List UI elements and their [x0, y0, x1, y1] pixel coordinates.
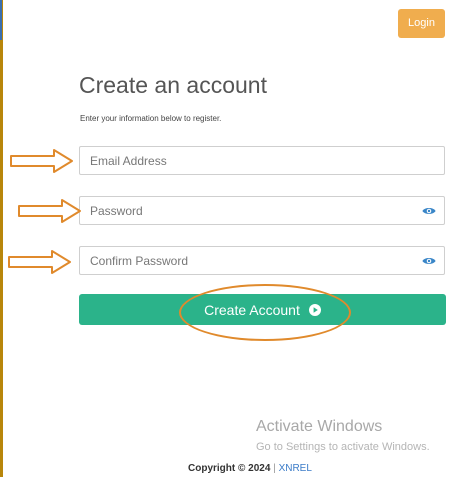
arrow-right-icon [10, 149, 73, 173]
arrow-right-icon [18, 199, 81, 223]
page-subtitle: Enter your information below to register… [80, 114, 222, 123]
activate-windows-subtitle: Go to Settings to activate Windows. [256, 441, 430, 453]
confirm-password-input[interactable] [80, 247, 400, 274]
copyright-text: Copyright © 2024 [188, 463, 271, 474]
login-button[interactable]: Login [398, 9, 445, 38]
eye-icon[interactable] [422, 205, 436, 217]
page-title: Create an account [79, 72, 267, 98]
arrow-right-icon [8, 250, 71, 274]
footer-separator: | [273, 463, 276, 474]
password-input[interactable] [80, 197, 400, 224]
left-edge-border [0, 0, 3, 477]
password-field[interactable] [79, 196, 445, 225]
brand-link[interactable]: XNREL [279, 463, 312, 474]
activate-windows-title: Activate Windows [256, 418, 383, 435]
footer: Copyright © 2024 | XNREL [188, 463, 312, 474]
email-input[interactable] [80, 147, 400, 174]
confirm-password-field[interactable] [79, 246, 445, 275]
email-field[interactable] [79, 146, 445, 175]
highlight-oval [179, 284, 351, 341]
eye-icon[interactable] [422, 255, 436, 267]
